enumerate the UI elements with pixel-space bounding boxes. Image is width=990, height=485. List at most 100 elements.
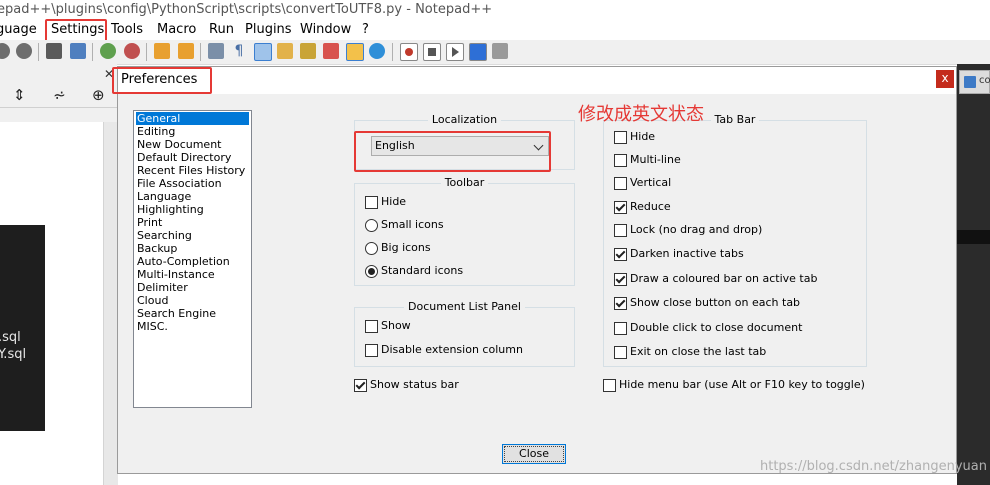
- watermark-text: https://blog.csdn.net/zhangenyuan: [760, 459, 987, 474]
- small-icons-label: Small icons: [381, 218, 444, 231]
- document-list-panel-group: Document List Panel Show Disable extensi…: [354, 300, 575, 367]
- stop-macro-icon[interactable]: [423, 43, 441, 61]
- toolbar-hide-label: Hide: [381, 195, 407, 208]
- language-select[interactable]: English: [371, 136, 549, 156]
- category-default-directory[interactable]: Default Directory: [136, 151, 232, 164]
- tab-bar-option-label: Double click to close document: [630, 321, 803, 334]
- run-macro-multiple-icon[interactable]: [469, 43, 487, 61]
- big-icons-label: Big icons: [381, 241, 431, 254]
- doc-map-icon[interactable]: [300, 43, 316, 59]
- tab-bar-title: Tab Bar: [710, 113, 760, 126]
- menu-language[interactable]: guage: [0, 21, 37, 39]
- category-backup[interactable]: Backup: [136, 242, 178, 255]
- checkbox-box: [614, 201, 627, 214]
- category-delimiter[interactable]: Delimiter: [136, 281, 189, 294]
- tab-bar-option-label: Reduce: [630, 200, 671, 213]
- file-item[interactable]: Y.sql: [0, 347, 26, 362]
- collapse-icon[interactable]: ⩫: [53, 87, 66, 103]
- category-print[interactable]: Print: [136, 216, 163, 229]
- category-searching[interactable]: Searching: [136, 229, 193, 242]
- menu-run[interactable]: Run: [209, 21, 234, 39]
- category-search-engine[interactable]: Search Engine: [136, 307, 217, 320]
- menu-window[interactable]: Window: [300, 21, 351, 39]
- tab-bar-option-label: Draw a coloured bar on active tab: [630, 272, 818, 285]
- panel-scrollbar[interactable]: [103, 122, 118, 485]
- standard-icons-label: Standard icons: [381, 264, 464, 277]
- checkbox-box: [614, 322, 627, 335]
- sync-vertical-icon[interactable]: [154, 43, 170, 59]
- close-icon[interactable]: ✕: [104, 68, 114, 80]
- main-toolbar: ¶: [0, 40, 990, 65]
- toolbar-separator: [146, 43, 147, 61]
- window-title-bar: epad++\plugins\config\PythonScript\scrip…: [0, 0, 990, 22]
- dialog-close-icon[interactable]: x: [936, 70, 954, 88]
- menu-plugins[interactable]: Plugins: [245, 21, 292, 39]
- dialog-title-bar: Preferences x: [118, 67, 956, 94]
- category-auto-completion[interactable]: Auto-Completion: [136, 255, 231, 268]
- category-list[interactable]: General Editing New Document Default Dir…: [133, 110, 252, 408]
- category-general[interactable]: General: [136, 112, 249, 125]
- word-wrap-icon[interactable]: [208, 43, 224, 59]
- menu-tools[interactable]: Tools: [111, 21, 143, 39]
- disable-extension-label: Disable extension column: [381, 343, 523, 356]
- checkbox-box: [614, 297, 627, 310]
- play-macro-icon[interactable]: [446, 43, 464, 61]
- category-multi-instance[interactable]: Multi-Instance: [136, 268, 216, 281]
- folder-workspace-icon[interactable]: [346, 43, 364, 61]
- localization-title: Localization: [427, 113, 502, 126]
- preferences-dialog: Preferences x General Editing New Docume…: [117, 66, 957, 474]
- redo-icon[interactable]: [16, 43, 32, 59]
- move-up-down-icon[interactable]: ⇕: [13, 87, 26, 103]
- editor-tab[interactable]: co: [959, 70, 990, 94]
- tab-bar-option-label: Hide: [630, 130, 656, 143]
- category-editing[interactable]: Editing: [136, 125, 176, 138]
- editor-tab-label: co: [979, 75, 990, 86]
- zoom-in-icon[interactable]: [100, 43, 116, 59]
- checkbox-box: [614, 131, 627, 144]
- category-language[interactable]: Language: [136, 190, 192, 203]
- zoom-out-icon[interactable]: [124, 43, 140, 59]
- tab-bar-option-label: Vertical: [630, 176, 672, 189]
- dialog-title: Preferences: [121, 72, 198, 87]
- menu-help[interactable]: ?: [362, 21, 369, 39]
- find-icon[interactable]: [46, 43, 62, 59]
- show-all-chars-icon[interactable]: ¶: [231, 43, 247, 59]
- user-lang-icon[interactable]: [277, 43, 293, 59]
- category-misc[interactable]: MISC.: [136, 320, 169, 333]
- function-list-icon[interactable]: [323, 43, 339, 59]
- indent-guide-icon[interactable]: [254, 43, 272, 61]
- replace-icon[interactable]: [70, 43, 86, 59]
- category-cloud[interactable]: Cloud: [136, 294, 169, 307]
- undo-icon[interactable]: [0, 43, 10, 59]
- menu-bar: guage Settings Tools Macro Run Plugins W…: [0, 20, 990, 40]
- language-select-value: English: [375, 139, 415, 152]
- file-list: .sql Y.sql: [0, 225, 45, 431]
- file-item[interactable]: .sql: [0, 330, 21, 345]
- checkbox-box: [614, 224, 627, 237]
- checkbox-box: [614, 346, 627, 359]
- menu-macro[interactable]: Macro: [157, 21, 196, 39]
- save-macro-icon[interactable]: [492, 43, 508, 59]
- add-icon[interactable]: ⊕: [92, 87, 105, 103]
- category-highlighting[interactable]: Highlighting: [136, 203, 205, 216]
- checkbox-box: [614, 273, 627, 286]
- category-recent-files-history[interactable]: Recent Files History: [136, 164, 246, 177]
- category-new-document[interactable]: New Document: [136, 138, 222, 151]
- document-list-panel-title: Document List Panel: [404, 300, 525, 313]
- category-file-association[interactable]: File Association: [136, 177, 223, 190]
- doclist-show-label: Show: [381, 319, 411, 332]
- monitoring-icon[interactable]: [369, 43, 385, 59]
- left-side-panel: ✕ ⇕ ⩫ ⊕ .sql Y.sql: [0, 64, 118, 485]
- close-button[interactable]: Close: [502, 444, 566, 464]
- menu-settings[interactable]: Settings: [51, 21, 104, 39]
- editor-background: co: [957, 64, 990, 485]
- tab-bar-option-label: Multi-line: [630, 153, 681, 166]
- save-icon: [964, 76, 976, 88]
- record-macro-icon[interactable]: [400, 43, 418, 61]
- sync-horizontal-icon[interactable]: [178, 43, 194, 59]
- tab-bar-group: Tab Bar Hide Multi-line Vertical Reduce Lock…: [603, 113, 867, 367]
- checkbox-box: [614, 248, 627, 261]
- tab-bar-option-label: Show close button on each tab: [630, 296, 801, 309]
- show-status-bar-label: Show status bar: [370, 378, 459, 391]
- toolbar-separator: [38, 43, 39, 61]
